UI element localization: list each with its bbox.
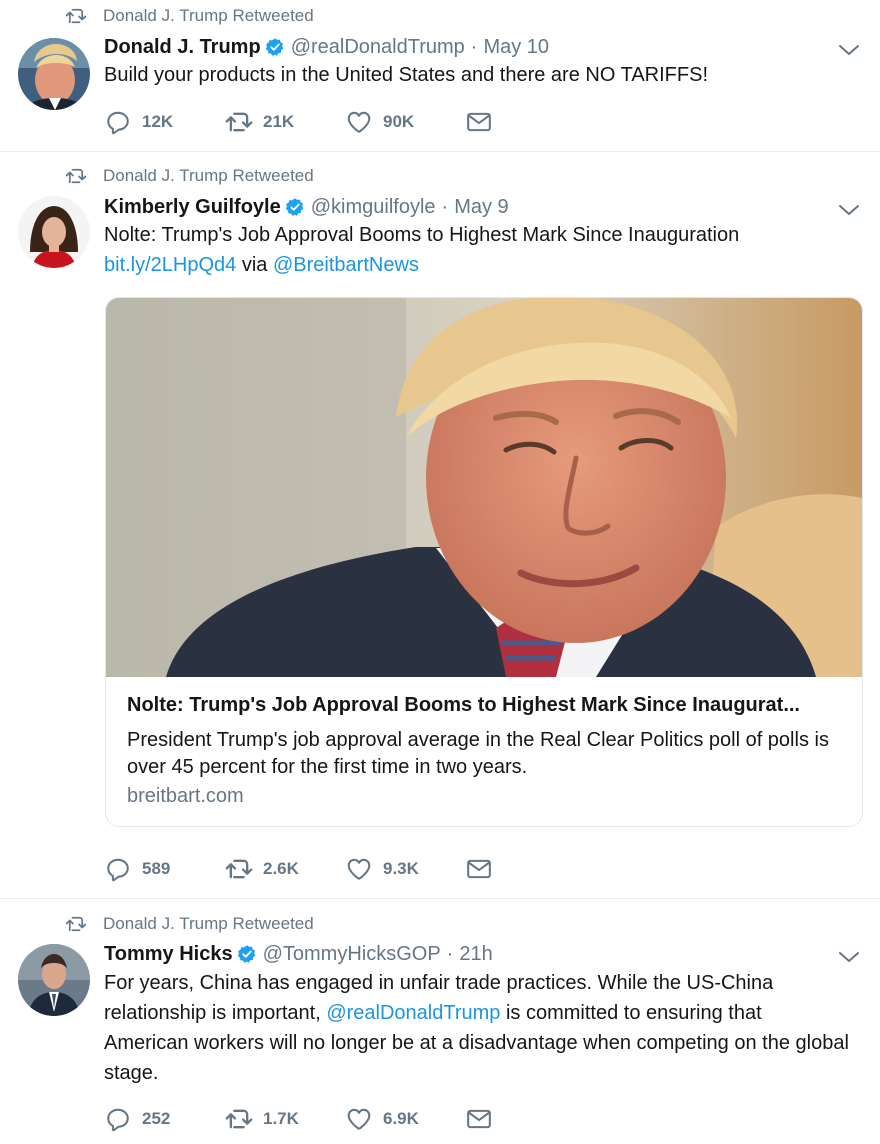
like-button[interactable]: 6.9K — [345, 1106, 465, 1132]
tweet-header: Tommy Hicks @TommyHicksGOP · 21h — [104, 941, 493, 967]
retweet-icon — [225, 109, 253, 135]
verified-badge-icon — [265, 37, 285, 57]
display-name[interactable]: Donald J. Trump — [104, 36, 261, 59]
avatar[interactable] — [18, 38, 90, 110]
like-button[interactable]: 90K — [345, 109, 465, 135]
reply-button[interactable]: 12K — [104, 109, 225, 135]
timestamp[interactable]: May 9 — [454, 196, 508, 219]
timestamp[interactable]: May 10 — [483, 36, 549, 59]
retweet-count: 2.6K — [263, 859, 299, 878]
envelope-icon — [465, 856, 493, 882]
heart-icon — [345, 1106, 373, 1132]
tweet-link-line: bit.ly/2LHpQd4 via @BreitbartNews — [104, 250, 849, 280]
mention-link[interactable]: @BreitbartNews — [273, 254, 419, 276]
link-card[interactable]: Nolte: Trump's Job Approval Booms to Hig… — [105, 297, 863, 827]
via-text: via — [236, 254, 273, 276]
chevron-down-icon[interactable] — [838, 43, 860, 57]
reply-button[interactable]: 589 — [104, 856, 225, 882]
retweet-button[interactable]: 21K — [225, 109, 345, 135]
action-bar: 589 2.6K 9.3K — [104, 854, 503, 884]
tweet-text-line: Nolte: Trump's Job Approval Booms to Hig… — [104, 224, 740, 246]
reply-count: 12K — [142, 112, 174, 131]
display-name[interactable]: Kimberly Guilfoyle — [104, 196, 281, 219]
reply-count: 252 — [142, 1109, 171, 1128]
retweet-button[interactable]: 1.7K — [225, 1106, 345, 1132]
retweet-context-label: Donald J. Trump Retweeted — [103, 166, 314, 185]
retweet-icon — [225, 856, 253, 882]
separator: · — [470, 35, 478, 58]
tweet-link[interactable]: bit.ly/2LHpQd4 — [104, 254, 236, 276]
heart-icon — [345, 109, 373, 135]
tweet-header: Donald J. Trump @realDonaldTrump · May 1… — [104, 34, 549, 60]
reply-icon — [104, 1106, 132, 1132]
handle[interactable]: @kimguilfoyle — [311, 196, 436, 219]
like-count: 9.3K — [383, 859, 419, 878]
card-description: President Trump's job approval average i… — [127, 729, 829, 778]
envelope-icon — [465, 109, 493, 135]
avatar[interactable] — [18, 196, 90, 268]
tweet[interactable]: Donald J. Trump Retweeted Donald J. Trum… — [0, 0, 880, 151]
handle[interactable]: @realDonaldTrump — [291, 36, 465, 59]
action-bar: 12K 21K 90K — [104, 107, 503, 137]
direct-message-button[interactable] — [465, 856, 503, 882]
envelope-icon — [465, 1106, 493, 1132]
mention-link[interactable]: @realDonaldTrump — [326, 1002, 500, 1024]
card-title[interactable]: Nolte: Trump's Job Approval Booms to Hig… — [127, 694, 847, 717]
chevron-down-icon[interactable] — [838, 950, 860, 964]
heart-icon — [345, 856, 373, 882]
reply-button[interactable]: 252 — [104, 1106, 225, 1132]
tweet-text: Nolte: Trump's Job Approval Booms to Hig… — [104, 220, 849, 280]
verified-badge-icon — [237, 944, 257, 964]
handle[interactable]: @TommyHicksGOP — [263, 943, 441, 966]
retweet-context: Donald J. Trump Retweeted — [65, 4, 314, 28]
tweet-header: Kimberly Guilfoyle @kimguilfoyle · May 9 — [104, 194, 509, 220]
tweet-text: Build your products in the United States… — [104, 64, 708, 86]
retweet-count: 1.7K — [263, 1109, 299, 1128]
retweet-icon — [225, 1106, 253, 1132]
retweet-icon — [65, 8, 87, 24]
direct-message-button[interactable] — [465, 109, 503, 135]
tweet[interactable]: Donald J. Trump Retweeted Tommy Hicks @T… — [0, 898, 880, 1144]
separator: · — [446, 942, 454, 965]
separator: · — [441, 195, 449, 218]
reply-icon — [104, 109, 132, 135]
tweet-text: For years, China has engaged in unfair t… — [104, 968, 849, 1088]
like-count: 90K — [383, 112, 415, 131]
card-image[interactable] — [106, 298, 862, 677]
timestamp[interactable]: 21h — [459, 943, 492, 966]
action-bar: 252 1.7K 6.9K — [104, 1104, 503, 1134]
retweet-count: 21K — [263, 112, 295, 131]
direct-message-button[interactable] — [465, 1106, 503, 1132]
retweet-context: Donald J. Trump Retweeted — [65, 164, 314, 188]
verified-badge-icon — [285, 197, 305, 217]
retweet-icon — [65, 168, 87, 184]
retweet-context-label: Donald J. Trump Retweeted — [103, 914, 314, 933]
reply-count: 589 — [142, 859, 171, 878]
retweet-button[interactable]: 2.6K — [225, 856, 345, 882]
display-name[interactable]: Tommy Hicks — [104, 943, 233, 966]
tweet[interactable]: Donald J. Trump Retweeted Kimberly Guilf… — [0, 151, 880, 898]
avatar[interactable] — [18, 944, 90, 1016]
retweet-context: Donald J. Trump Retweeted — [65, 912, 314, 936]
card-domain: breitbart.com — [127, 785, 244, 807]
reply-icon — [104, 856, 132, 882]
chevron-down-icon[interactable] — [838, 203, 860, 217]
like-button[interactable]: 9.3K — [345, 856, 465, 882]
retweet-context-label: Donald J. Trump Retweeted — [103, 6, 314, 25]
retweet-icon — [65, 916, 87, 932]
like-count: 6.9K — [383, 1109, 419, 1128]
